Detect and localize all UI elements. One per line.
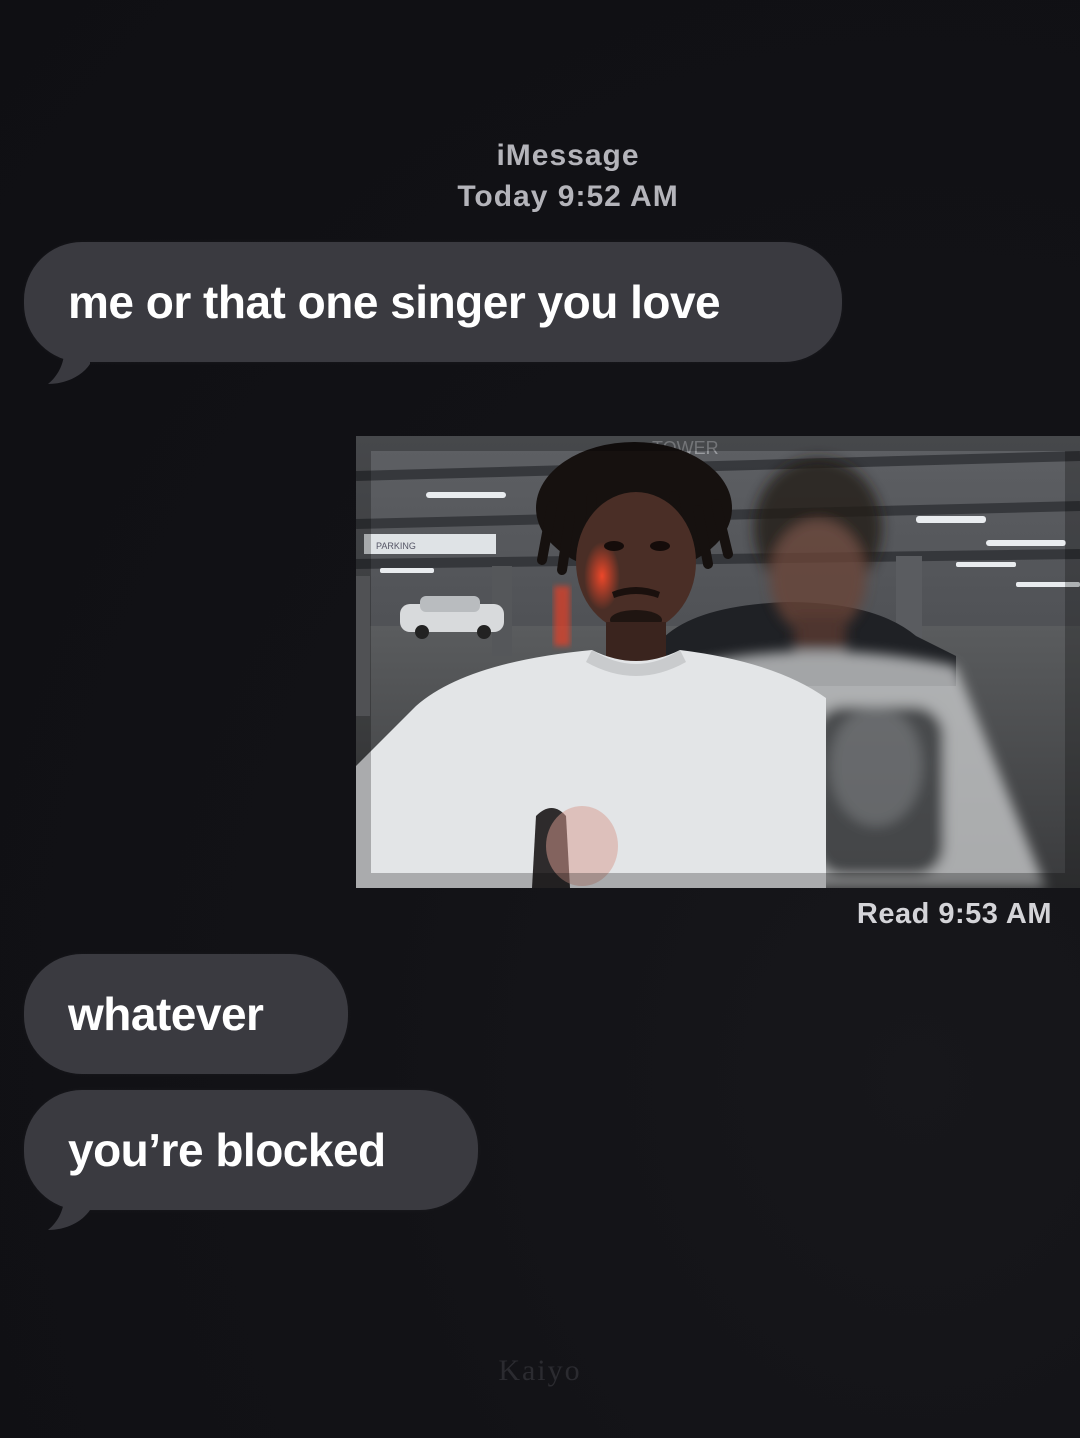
message-text: me or that one singer you love — [68, 276, 721, 328]
read-receipt: Read 9:53 AM — [856, 898, 1052, 930]
received-message-bubble[interactable]: me or that one singer you love — [24, 242, 842, 362]
message-text: you’re blocked — [68, 1124, 386, 1176]
photo-attachment[interactable]: PARKING TOWER — [356, 436, 1080, 888]
bubble-tail — [48, 344, 90, 384]
message-text: whatever — [68, 988, 264, 1040]
conversation-screen: iMessage Today 9:52 AM me or that one si… — [0, 0, 1080, 1438]
message-timestamp: Today 9:52 AM — [457, 180, 679, 213]
received-message-bubble[interactable]: you’re blocked — [24, 1090, 478, 1210]
photo-image: PARKING TOWER — [356, 436, 1080, 888]
service-label: iMessage — [496, 139, 640, 172]
watermark: Kaiyo — [498, 1354, 582, 1387]
thread-header: iMessage Today 9:52 AM — [0, 136, 1080, 218]
received-message-bubble[interactable]: whatever — [24, 954, 348, 1074]
parking-sign-text: PARKING — [376, 541, 416, 551]
bubble-tail — [48, 1190, 90, 1230]
